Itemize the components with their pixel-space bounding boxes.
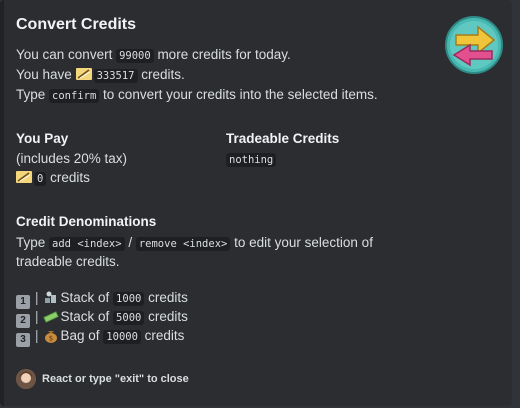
cash-bills-icon: [42, 311, 59, 323]
svg-text:$: $: [48, 335, 52, 343]
keycap-3-icon: 3: [16, 333, 30, 347]
convert-limit-text: You can convert 99000 more credits for t…: [16, 47, 291, 63]
confirm-instruction-text: Type confirm to convert your credits int…: [16, 87, 378, 103]
denominations-instruction-cont: tradeable credits.: [16, 254, 120, 269]
keycap-2-icon: 2: [16, 314, 30, 328]
convert-limit-value: 99000: [116, 49, 154, 63]
balance-value: 333517: [93, 69, 138, 83]
denomination-item-2: 2 | Stack of 5000 credits: [16, 308, 188, 328]
you-pay-heading: You Pay: [16, 131, 69, 146]
tradeable-credits-value: nothing: [226, 150, 277, 169]
embed-title: Convert Credits: [16, 16, 137, 33]
embed-card: Convert Credits You can convert 99000 mo…: [0, 0, 512, 406]
denominations-instruction: Type add <index> / remove <index> to edi…: [16, 235, 373, 251]
tax-note: (includes 20% tax): [16, 151, 128, 166]
embed-footer: React or type "exit" to close: [16, 369, 189, 389]
add-command: add <index>: [49, 237, 125, 251]
user-avatar: [16, 369, 36, 389]
denominations-heading: Credit Denominations: [16, 214, 157, 229]
money-bag-icon: $: [44, 331, 57, 343]
footer-text: React or type "exit" to close: [42, 373, 189, 385]
credit-card-icon: [75, 68, 92, 80]
denomination-item-1: 1 | Stack of 1000 credits: [16, 289, 188, 309]
credit-card-icon: [16, 171, 32, 183]
you-pay-amount: 0 credits: [16, 169, 90, 188]
keycap-1-icon: 1: [16, 295, 30, 309]
balance-text: You have 333517 credits.: [16, 67, 185, 83]
money-stack-icon: [44, 291, 56, 303]
remove-command: remove <index>: [135, 237, 231, 251]
confirm-command: confirm: [49, 89, 100, 103]
you-pay-value: 0: [34, 172, 47, 186]
swap-arrows-icon: [445, 16, 503, 74]
tradeable-credits-heading: Tradeable Credits: [226, 131, 340, 146]
denomination-item-3: 3 | $ Bag of 10000 credits: [16, 327, 184, 347]
